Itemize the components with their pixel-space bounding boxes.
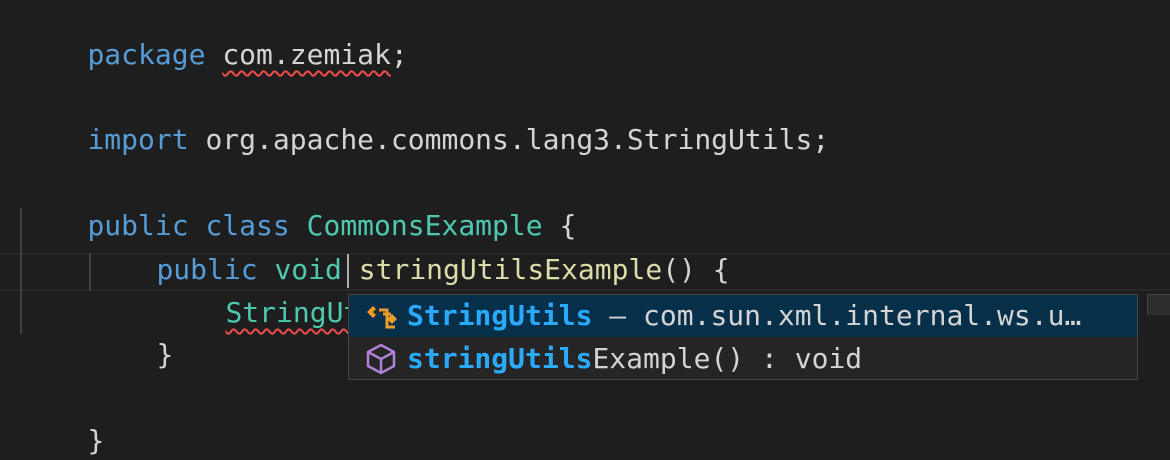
code-line-import: import org.apache.commons.lang3.StringUt… — [20, 77, 829, 156]
code-line-method: public void stringUtilsExample() { — [156, 253, 730, 286]
suggestion-detail: Example() : void — [592, 342, 863, 375]
code-line-method-close: } — [156, 338, 174, 371]
autocomplete-suggest-widget[interactable]: StringUtils – com.sun.xml.internal.ws.u…… — [348, 294, 1138, 380]
keyword-import: import — [87, 123, 189, 156]
class-icon — [363, 301, 401, 331]
suggestion-match: stringUtils — [407, 342, 593, 375]
code-editor[interactable]: package com.zemiak; import org.apache.co… — [0, 0, 1170, 460]
method-icon — [363, 343, 401, 375]
code-line-package: package com.zemiak; — [87, 38, 408, 71]
code-line-class: public class CommonsExample { — [87, 209, 577, 242]
keyword-package: package — [87, 38, 206, 71]
code-line-current[interactable]: StringUtils — [158, 250, 410, 329]
suggestion-item-stringutils-class[interactable]: StringUtils – com.sun.xml.internal.ws.u… — [349, 295, 1137, 337]
scrollbar-corner — [1147, 294, 1170, 315]
suggestion-label: stringUtilsExample() : void — [407, 338, 862, 380]
suggestion-match: StringUtils — [407, 299, 593, 332]
text-cursor — [347, 254, 349, 288]
suggestion-label: StringUtils – com.sun.xml.internal.ws.u… — [407, 295, 1081, 337]
code-line-class-close: } — [87, 424, 105, 457]
package-name: com.zemiak — [222, 38, 391, 71]
import-path: org.apache.commons.lang3.StringUtils; — [205, 123, 830, 156]
suggestion-item-stringutilsexample-method[interactable]: stringUtilsExample() : void — [349, 338, 1137, 380]
suggestion-detail: – com.sun.xml.internal.ws.u… — [592, 299, 1082, 332]
